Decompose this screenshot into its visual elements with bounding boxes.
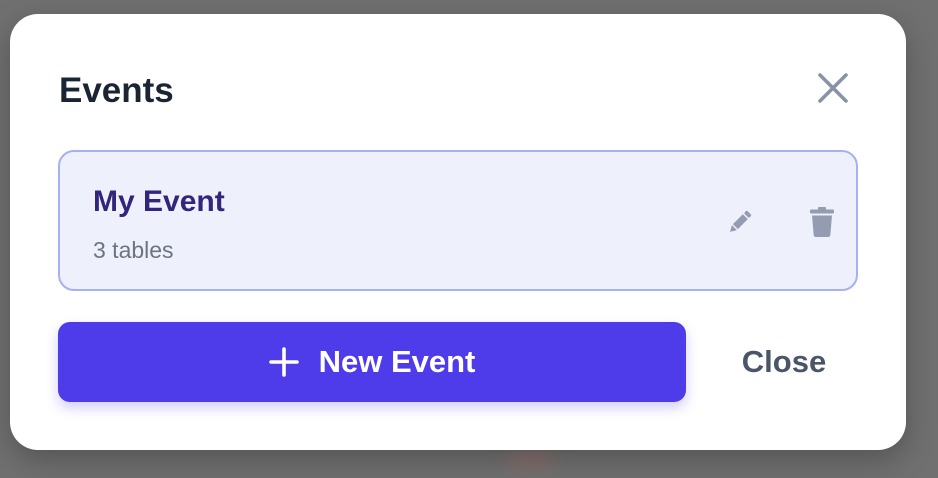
new-event-button[interactable]: New Event <box>58 322 686 402</box>
events-modal: Events My Event 3 tables New Event Close <box>10 14 906 450</box>
modal-title: Events <box>59 71 174 110</box>
pencil-icon[interactable] <box>720 202 760 242</box>
close-icon[interactable] <box>813 68 853 108</box>
event-name: My Event <box>93 185 225 218</box>
trash-icon[interactable] <box>802 202 842 242</box>
plus-icon <box>268 347 299 377</box>
new-event-label: New Event <box>318 344 476 379</box>
close-button[interactable]: Close <box>716 334 852 390</box>
event-table-count: 3 tables <box>93 237 174 263</box>
event-card[interactable]: My Event 3 tables <box>58 150 858 291</box>
